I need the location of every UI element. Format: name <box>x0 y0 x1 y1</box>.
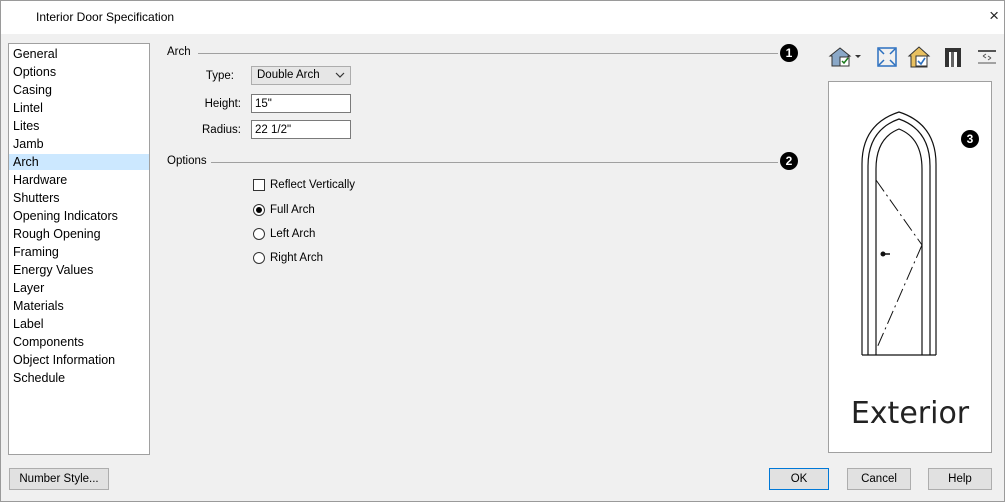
radio-selected-dot <box>256 207 262 213</box>
preview-exterior-icon[interactable] <box>907 45 931 69</box>
nav-item-hardware[interactable]: Hardware <box>9 172 149 188</box>
preview-label: Exterior <box>850 396 970 431</box>
nav-item-layer[interactable]: Layer <box>9 280 149 296</box>
nav-item-materials[interactable]: Materials <box>9 298 149 314</box>
nav-item-jamb[interactable]: Jamb <box>9 136 149 152</box>
arched-door-drawing <box>861 111 937 356</box>
swap-sides-icon[interactable] <box>975 45 999 69</box>
full-arch-radio[interactable] <box>253 204 265 216</box>
category-list[interactable]: General Options Casing Lintel Lites Jamb Arch H… <box>8 43 150 455</box>
chevron-down-icon <box>335 72 345 78</box>
camera-view-dropdown-icon[interactable] <box>828 45 864 69</box>
right-arch-radio[interactable] <box>253 252 265 264</box>
callout-1-badge: 1 <box>780 44 798 62</box>
swap-sides-glyph <box>978 50 996 64</box>
nav-item-object-information[interactable]: Object Information <box>9 352 149 368</box>
ok-button[interactable]: OK <box>769 468 829 490</box>
nav-item-lites[interactable]: Lites <box>9 118 149 134</box>
preview-pane[interactable]: 3 Exterior <box>828 81 992 453</box>
full-arch-label: Full Arch <box>270 204 315 216</box>
arch-group-label: Arch <box>167 46 191 58</box>
number-style-button[interactable]: Number Style... <box>9 468 109 490</box>
house-view-icon <box>828 47 861 67</box>
nav-item-opening-indicators[interactable]: Opening Indicators <box>9 208 149 224</box>
door-jamb-glyph <box>945 48 961 67</box>
options-group-divider <box>211 162 778 163</box>
type-label: Type: <box>205 70 234 82</box>
right-arch-label: Right Arch <box>270 252 324 264</box>
nav-item-label[interactable]: Label <box>9 316 149 332</box>
type-dropdown[interactable]: Double Arch <box>251 66 351 85</box>
door-jamb-icon[interactable] <box>941 45 965 69</box>
nav-item-rough-opening[interactable]: Rough Opening <box>9 226 149 242</box>
nav-item-arch[interactable]: Arch <box>9 154 149 170</box>
nav-item-schedule[interactable]: Schedule <box>9 370 149 386</box>
fill-window-icon[interactable] <box>875 45 899 69</box>
left-arch-label: Left Arch <box>270 228 316 240</box>
dialog-title: Interior Door Specification <box>36 10 175 24</box>
nav-item-components[interactable]: Components <box>9 334 149 350</box>
exterior-view-glyph <box>907 46 931 68</box>
nav-item-energy-values[interactable]: Energy Values <box>9 262 149 278</box>
type-dropdown-value: Double Arch <box>257 69 320 81</box>
fill-window-glyph <box>877 47 897 67</box>
nav-item-shutters[interactable]: Shutters <box>9 190 149 206</box>
height-label: Height: <box>204 98 241 110</box>
nav-item-general[interactable]: General <box>9 46 149 62</box>
height-field[interactable] <box>251 94 351 113</box>
reflect-vertically-checkbox[interactable] <box>253 179 265 191</box>
nav-item-options[interactable]: Options <box>9 64 149 80</box>
help-button[interactable]: Help <box>928 468 992 490</box>
nav-item-framing[interactable]: Framing <box>9 244 149 260</box>
nav-item-casing[interactable]: Casing <box>9 82 149 98</box>
options-group-label: Options <box>167 155 207 167</box>
reflect-vertically-label: Reflect Vertically <box>270 179 356 191</box>
cancel-button[interactable]: Cancel <box>847 468 911 490</box>
title-bar: Interior Door Specification × <box>0 0 1005 34</box>
left-arch-radio[interactable] <box>253 228 265 240</box>
radius-label: Radius: <box>202 124 241 136</box>
callout-2-badge: 2 <box>780 152 798 170</box>
close-icon[interactable]: × <box>989 7 999 24</box>
radius-field[interactable] <box>251 120 351 139</box>
arch-group-divider <box>198 53 778 54</box>
nav-item-lintel[interactable]: Lintel <box>9 100 149 116</box>
